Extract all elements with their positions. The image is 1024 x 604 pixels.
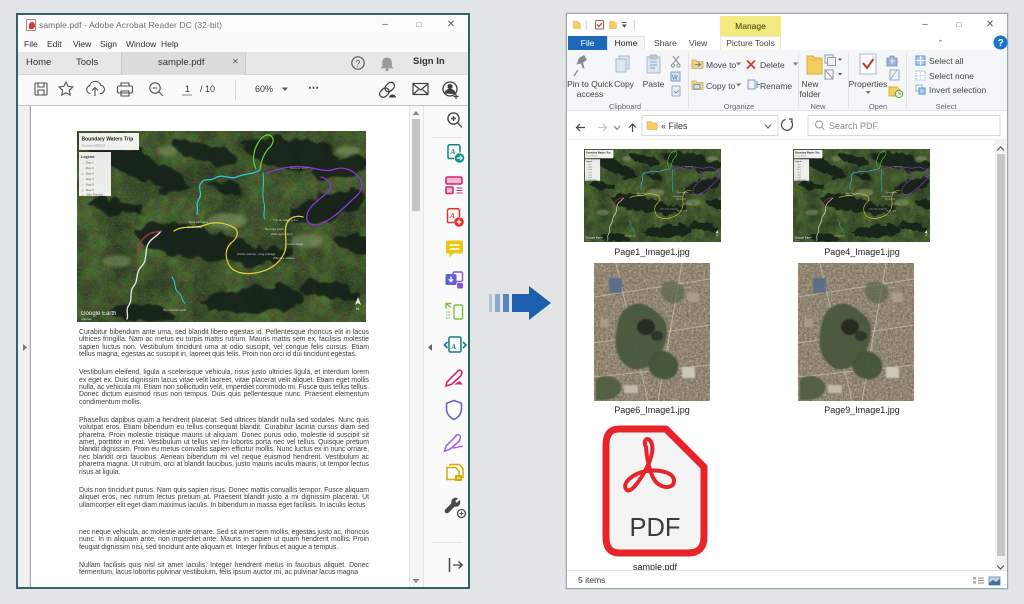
svg-text:Select none: Select none <box>929 71 974 81</box>
svg-text:/ 10: / 10 <box>200 84 215 94</box>
svg-text:⋯: ⋯ <box>308 82 319 94</box>
svg-text:Paste: Paste <box>643 79 665 89</box>
svg-text:Invert selection: Invert selection <box>929 85 986 95</box>
svg-text:Delete: Delete <box>760 60 785 70</box>
svg-text:Open: Open <box>869 102 887 111</box>
svg-text:Select: Select <box>936 102 958 111</box>
svg-text:?: ? <box>355 58 360 68</box>
svg-text:PDF: PDF <box>630 514 681 542</box>
svg-text:Search PDF: Search PDF <box>829 121 879 131</box>
svg-text:Move to: Move to <box>706 60 737 70</box>
svg-text:Copy to: Copy to <box>706 81 736 91</box>
svg-text:A: A <box>451 343 457 351</box>
svg-text:?: ? <box>998 38 1004 49</box>
svg-text:« Files: « Files <box>661 121 688 131</box>
svg-text:New: New <box>810 102 826 111</box>
svg-text:Properties: Properties <box>849 79 888 89</box>
svg-text:1: 1 <box>185 84 190 94</box>
svg-text:Copy: Copy <box>614 79 635 89</box>
svg-text:60%: 60% <box>255 84 273 94</box>
svg-text:A: A <box>450 147 456 156</box>
svg-text:Newfolder: Newfolder <box>799 79 820 99</box>
svg-text:A: A <box>449 211 455 220</box>
svg-text:Rename: Rename <box>760 81 792 91</box>
svg-text:Pin to Quickaccess: Pin to Quickaccess <box>567 79 614 99</box>
svg-text:W: W <box>672 76 678 82</box>
svg-text:Select all: Select all <box>929 56 964 66</box>
svg-text:Organize: Organize <box>724 102 754 111</box>
svg-text:Clipboard: Clipboard <box>609 102 641 111</box>
